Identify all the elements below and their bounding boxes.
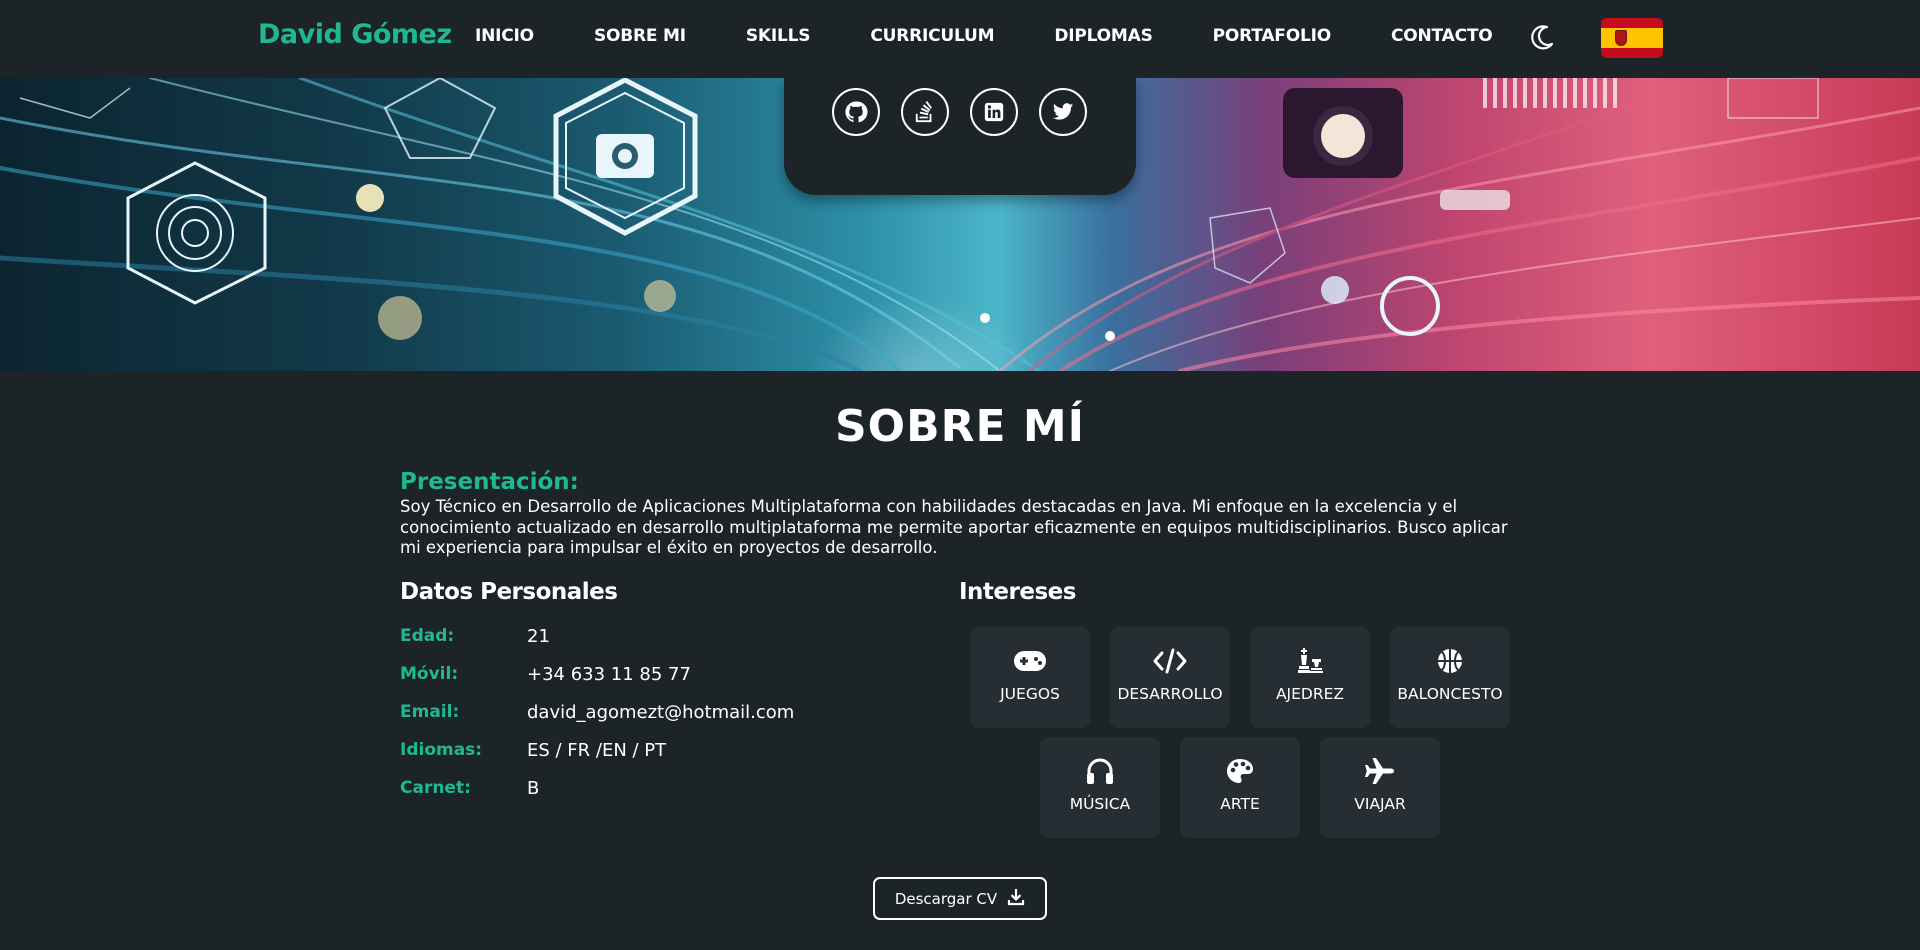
social-panel	[784, 78, 1136, 195]
presentation-text: Soy Técnico en Desarrollo de Aplicacione…	[400, 497, 1508, 557]
nav-item-inicio[interactable]: INICIO	[475, 26, 534, 46]
interest-label: AJEDREZ	[1275, 685, 1345, 703]
email-value: david_agomezt@hotmail.com	[527, 702, 795, 723]
interest-label: ARTE	[1220, 795, 1260, 813]
nav-menu: INICIO SOBRE MI SKILLS CURRICULUM DIPLOM…	[475, 26, 1553, 46]
chess-icon	[1296, 647, 1324, 675]
languages-label: Idiomas:	[400, 740, 483, 760]
nav-item-skills[interactable]: SKILLS	[746, 26, 811, 46]
download-cv-label: Descargar CV	[894, 889, 998, 908]
palette-icon	[1225, 757, 1255, 785]
navbar: David Gómez INICIO SOBRE MI SKILLS CURRI…	[0, 0, 1920, 78]
phone-value: +34 633 11 85 77	[527, 664, 691, 685]
twitter-icon[interactable]	[1039, 88, 1087, 136]
interest-label: VIAJAR	[1354, 795, 1406, 813]
nav-item-diplomas[interactable]: DIPLOMAS	[1054, 26, 1152, 46]
interest-label: DESARROLLO	[1117, 685, 1223, 703]
interest-card-ajedrez[interactable]: AJEDREZ	[1250, 627, 1370, 728]
interest-label: MÚSICA	[1069, 795, 1131, 813]
brand-logo[interactable]: David Gómez	[258, 19, 452, 50]
presentation-title: Presentación:	[400, 469, 579, 495]
phone-label: Móvil:	[400, 664, 459, 684]
code-icon	[1152, 647, 1188, 675]
interest-card-desarrollo[interactable]: DESARROLLO	[1110, 627, 1230, 728]
plane-icon	[1364, 757, 1396, 785]
interest-label: JUEGOS	[1000, 685, 1060, 703]
spain-flag-icon[interactable]	[1601, 18, 1663, 58]
section-title: SOBRE MÍ	[834, 401, 1086, 452]
license-value: B	[527, 778, 540, 799]
github-icon[interactable]	[832, 88, 880, 136]
headphones-icon	[1085, 757, 1115, 785]
nav-item-sobre-mi[interactable]: SOBRE MI	[594, 26, 686, 46]
gamepad-icon	[1013, 647, 1047, 675]
interest-card-musica[interactable]: MÚSICA	[1040, 737, 1160, 838]
interest-card-juegos[interactable]: JUEGOS	[970, 627, 1090, 728]
nav-item-contacto[interactable]: CONTACTO	[1391, 26, 1493, 46]
interest-card-arte[interactable]: ARTE	[1180, 737, 1300, 838]
age-label: Edad:	[400, 626, 455, 646]
interest-card-viajar[interactable]: VIAJAR	[1320, 737, 1440, 838]
interest-card-baloncesto[interactable]: BALONCESTO	[1390, 627, 1510, 728]
license-label: Carnet:	[400, 778, 471, 798]
basketball-icon	[1436, 647, 1464, 675]
linkedin-icon[interactable]	[970, 88, 1018, 136]
nav-item-portafolio[interactable]: PORTAFOLIO	[1213, 26, 1332, 46]
nav-item-curriculum[interactable]: CURRICULUM	[870, 26, 994, 46]
personal-data-title: Datos Personales	[400, 579, 618, 605]
age-value: 21	[527, 626, 550, 647]
interests-title: Intereses	[959, 579, 1076, 605]
email-label: Email:	[400, 702, 460, 722]
download-cv-button[interactable]: Descargar CV	[873, 877, 1047, 920]
languages-value: ES / FR /EN / PT	[527, 740, 667, 761]
stackoverflow-icon[interactable]	[901, 88, 949, 136]
moon-icon[interactable]	[1528, 22, 1558, 52]
download-icon	[1007, 888, 1025, 910]
interest-label: BALONCESTO	[1397, 685, 1503, 703]
